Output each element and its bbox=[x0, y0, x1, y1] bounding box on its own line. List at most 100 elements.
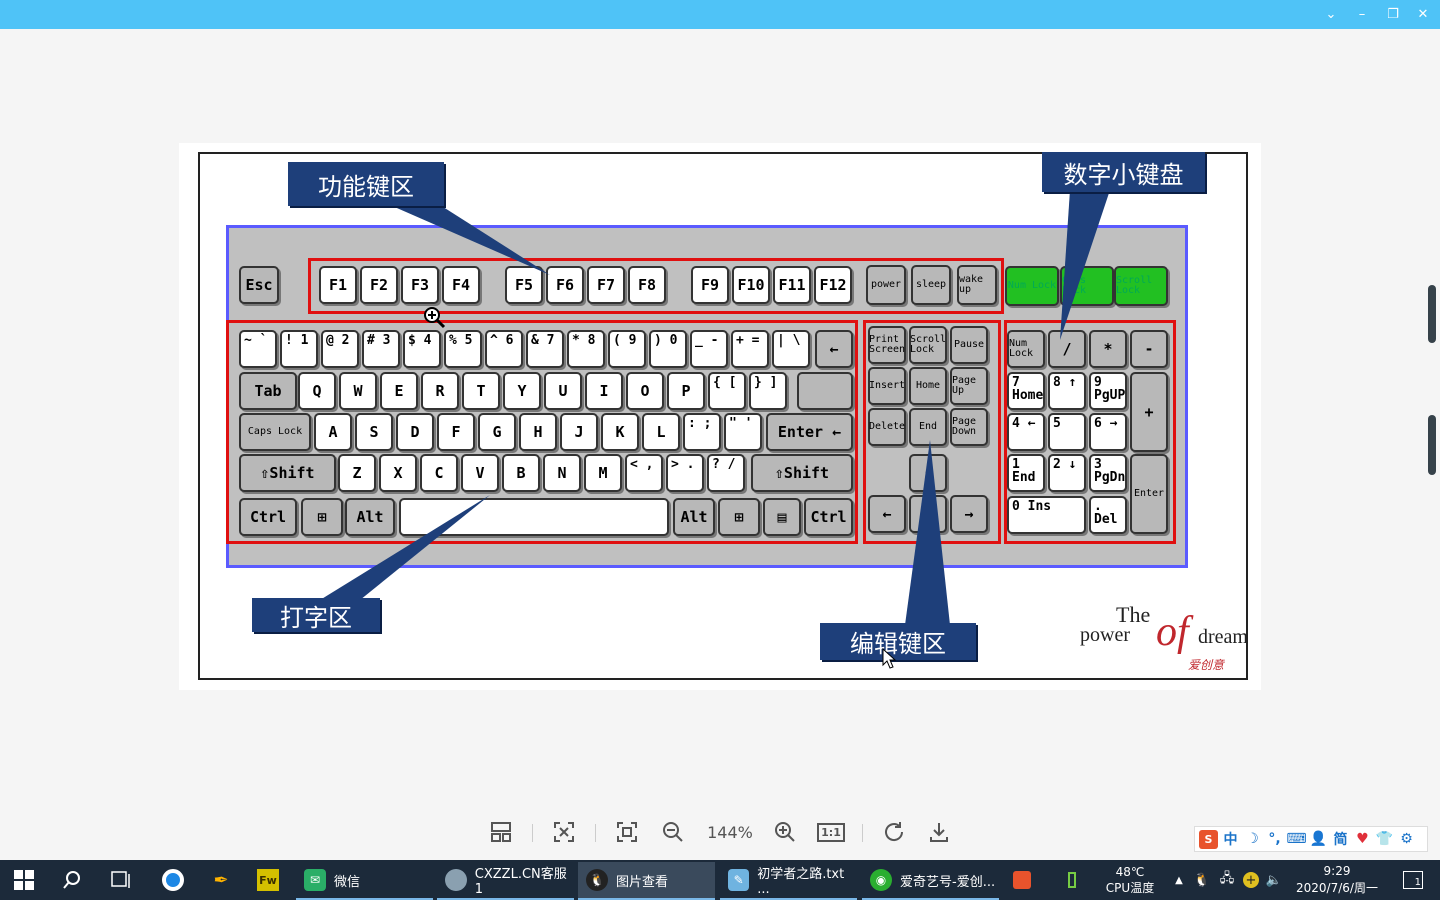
feather-icon: ✒ bbox=[213, 869, 229, 891]
notepad-icon: ✎ bbox=[728, 869, 750, 891]
fireworks-icon: Fw bbox=[257, 869, 279, 891]
layout-button[interactable] bbox=[485, 812, 517, 852]
mouse-pointer-icon bbox=[882, 648, 897, 669]
typing-zone-outline bbox=[226, 320, 858, 544]
shirt-icon[interactable]: 👕 bbox=[1375, 830, 1394, 849]
label-function-zone: 功能键区 bbox=[288, 162, 444, 206]
toolbar-divider bbox=[532, 824, 533, 842]
actual-size-button[interactable]: 1:1 bbox=[815, 812, 847, 852]
tray-battery[interactable] bbox=[1062, 860, 1082, 900]
plus-circle-icon: + bbox=[1243, 872, 1259, 888]
network-icon: 🖧 bbox=[1219, 871, 1235, 886]
wechat-icon: ✉ bbox=[304, 869, 326, 891]
key-esc: Esc bbox=[239, 266, 279, 304]
search-icon bbox=[63, 871, 80, 889]
start-button[interactable] bbox=[10, 860, 38, 900]
task-cxzzl[interactable]: CXZZL.CN客服1 bbox=[437, 862, 574, 900]
ime-toolbar: S 中 ☽ °, ⌨ 👤 简 ♥ 👕 ⚙ bbox=[1194, 826, 1428, 852]
heart-icon[interactable]: ♥ bbox=[1353, 830, 1372, 849]
cpu-label: CPU温度 bbox=[1105, 881, 1155, 895]
tray-qq[interactable]: 🐧 bbox=[1194, 860, 1210, 900]
task-wechat[interactable]: ✉ 微信 bbox=[296, 862, 433, 900]
zoom-cursor-icon bbox=[424, 307, 446, 329]
fullscreen-icon bbox=[617, 822, 637, 842]
tray-network[interactable]: 🖧 bbox=[1218, 860, 1236, 900]
keyboard-icon[interactable]: ⌨ bbox=[1286, 830, 1306, 849]
ime-simplified[interactable]: 简 bbox=[1331, 830, 1350, 849]
task-iqiyi[interactable]: ◉ 爱奇艺号-爱创... bbox=[862, 862, 999, 900]
download-button[interactable] bbox=[923, 812, 955, 852]
chevron-down-icon: ⌄ bbox=[1325, 7, 1337, 22]
zoom-level: 144% bbox=[707, 822, 753, 842]
task-view-button[interactable] bbox=[108, 860, 132, 900]
chevron-up-icon: ▲ bbox=[1175, 874, 1183, 886]
clock-date: 2020/7/6/周一 bbox=[1296, 881, 1378, 895]
tray-volume[interactable]: 🔈 bbox=[1265, 860, 1283, 900]
scroll-indicator-bottom[interactable] bbox=[1428, 415, 1436, 475]
zoom-in-icon bbox=[775, 822, 795, 842]
rotate-button[interactable] bbox=[878, 812, 910, 852]
task-view-icon bbox=[111, 871, 130, 888]
minimize-button[interactable]: – bbox=[1347, 0, 1377, 29]
avatar-icon bbox=[445, 869, 467, 891]
fit-window-button[interactable] bbox=[548, 812, 580, 852]
task-label: CXZZL.CN客服1 bbox=[474, 867, 567, 897]
lock-indicator: Scroll Lock bbox=[1114, 266, 1168, 306]
layout-icon bbox=[491, 822, 511, 842]
qq-icon: 🐧 bbox=[586, 869, 608, 891]
zoom-out-icon bbox=[663, 822, 683, 842]
cpu-temperature[interactable]: 48℃ CPU温度 bbox=[1100, 860, 1160, 900]
action-center-button[interactable]: 1 bbox=[1400, 860, 1426, 900]
toolbar-divider bbox=[862, 824, 863, 842]
logo-dream: dream bbox=[1198, 626, 1248, 648]
close-button[interactable]: ✕ bbox=[1408, 0, 1438, 29]
scroll-indicator-top[interactable] bbox=[1428, 285, 1436, 343]
task-notepad[interactable]: ✎ 初学者之路.txt ... bbox=[720, 862, 857, 900]
show-hidden-icons[interactable]: ▲ bbox=[1172, 860, 1186, 900]
restore-button[interactable]: ❐ bbox=[1378, 0, 1408, 29]
edit-zone-outline bbox=[863, 320, 1001, 544]
collapse-button[interactable]: ⌄ bbox=[1316, 0, 1346, 29]
minimize-icon: – bbox=[1358, 7, 1366, 22]
browser-pin[interactable] bbox=[160, 860, 186, 900]
windows-icon bbox=[14, 870, 34, 890]
sogou-icon[interactable]: S bbox=[1199, 829, 1218, 849]
task-label: 微信 bbox=[334, 874, 361, 890]
power-of-dream-logo: The power of dream 爱创意 bbox=[1080, 602, 1248, 677]
viewer-toolbar: 144% 1:1 bbox=[480, 812, 960, 852]
battery-icon bbox=[1068, 872, 1076, 888]
label-typing-zone: 打字区 bbox=[252, 598, 380, 632]
punctuation-icon[interactable]: °, bbox=[1265, 830, 1284, 849]
task-label: 图片查看 bbox=[616, 874, 669, 890]
search-button[interactable] bbox=[60, 860, 84, 900]
toolbar-divider bbox=[595, 824, 596, 842]
close-icon: ✕ bbox=[1417, 7, 1429, 22]
label-edit-zone: 编辑键区 bbox=[820, 623, 976, 660]
clock-time: 9:29 bbox=[1323, 864, 1351, 878]
taskbar: ✒ Fw ✉ 微信 CXZZL.CN客服1 🐧 图片查看 ✎ 初学者之路.txt… bbox=[0, 860, 1440, 900]
task-image-viewer[interactable]: 🐧 图片查看 bbox=[578, 862, 715, 900]
moon-icon[interactable]: ☽ bbox=[1243, 830, 1262, 849]
tray-app[interactable] bbox=[1010, 860, 1034, 900]
app-pin[interactable]: ✒ bbox=[208, 860, 234, 900]
shrink-icon bbox=[554, 822, 574, 842]
numpad-zone-outline bbox=[1004, 320, 1176, 544]
volume-icon: 🔈 bbox=[1265, 872, 1283, 888]
lock-indicator: Caps Lock bbox=[1060, 266, 1114, 306]
rotate-icon bbox=[885, 822, 904, 841]
browser-icon bbox=[162, 869, 184, 891]
notification-icon: 1 bbox=[1403, 871, 1423, 889]
user-icon[interactable]: 👤 bbox=[1309, 830, 1328, 849]
fullscreen-button[interactable] bbox=[611, 812, 643, 852]
ime-mode-chinese[interactable]: 中 bbox=[1221, 830, 1240, 849]
fireworks-pin[interactable]: Fw bbox=[256, 860, 280, 900]
clock[interactable]: 9:29 2020/7/6/周一 bbox=[1290, 860, 1384, 900]
logo-of: of bbox=[1156, 609, 1189, 655]
task-label: 爱奇艺号-爱创... bbox=[900, 874, 996, 890]
qq-tray-icon: 🐧 bbox=[1193, 872, 1211, 888]
zoom-in-button[interactable] bbox=[769, 812, 801, 852]
tray-app-plus[interactable]: + bbox=[1242, 860, 1260, 900]
gear-icon[interactable]: ⚙ bbox=[1397, 830, 1416, 849]
logo-signature: 爱创意 bbox=[1188, 658, 1225, 672]
zoom-out-button[interactable] bbox=[657, 812, 689, 852]
